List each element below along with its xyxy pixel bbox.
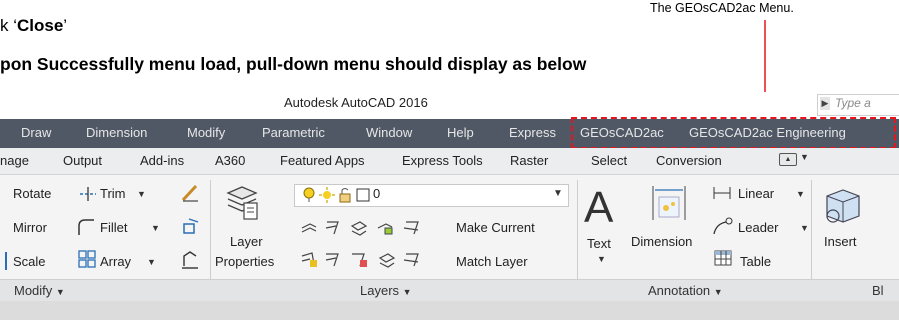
layer-dropdown-caret-icon[interactable]: ▼ xyxy=(553,188,563,199)
linear-dropdown-icon[interactable]: ▼ xyxy=(796,189,805,199)
dimension-icon xyxy=(652,186,686,220)
leader-icon xyxy=(713,217,733,235)
text-button[interactable]: Text xyxy=(587,236,611,251)
instruction-prefix: k ‘ xyxy=(0,16,17,35)
linear-icon xyxy=(713,187,731,199)
fillet-icon xyxy=(78,219,94,235)
ribbon-options-caret-icon[interactable]: ▼ xyxy=(800,152,809,162)
mirror-button[interactable]: Mirror xyxy=(13,220,47,235)
insert-button[interactable]: Insert xyxy=(824,234,857,249)
tab-add-ins[interactable]: Add-ins xyxy=(140,153,184,168)
panel-title-layers[interactable]: Layers ▼ xyxy=(360,283,412,298)
instruction-note: pon Successfully menu load, pull-down me… xyxy=(0,54,587,74)
panel-title-modify[interactable]: Modify ▼ xyxy=(14,283,65,298)
search-placeholder: Type a xyxy=(835,96,871,110)
annotation-panel-label: Annotation xyxy=(648,283,711,298)
svg-text:A: A xyxy=(584,186,614,226)
instruction-close-word: Close xyxy=(17,16,64,35)
scale-button[interactable]: Scale xyxy=(13,254,46,269)
leader-button[interactable]: Leader xyxy=(738,220,778,235)
layer-properties-icon xyxy=(226,186,258,220)
window-title: Autodesk AutoCAD 2016 xyxy=(284,95,428,110)
insert-block-icon xyxy=(826,189,860,223)
tab-conversion[interactable]: Conversion xyxy=(656,153,722,168)
explode-icon[interactable] xyxy=(180,217,200,237)
tab-select[interactable]: Select xyxy=(591,153,627,168)
menu-dimension[interactable]: Dimension xyxy=(86,125,147,140)
table-icon xyxy=(714,250,732,266)
instruction-suffix: ’ xyxy=(63,16,68,35)
menu-help[interactable]: Help xyxy=(447,125,474,140)
array-icon xyxy=(78,250,96,268)
layers-panel-caret-icon[interactable]: ▼ xyxy=(403,287,412,297)
panel-title-bar xyxy=(0,279,899,302)
menu-modify[interactable]: Modify xyxy=(187,125,225,140)
instruction-step: k ‘Close’ xyxy=(0,16,67,36)
modify-panel-label: Modify xyxy=(14,283,53,298)
leader-dropdown-icon[interactable]: ▼ xyxy=(800,223,809,233)
layers-panel-label: Layers xyxy=(360,283,400,298)
text-icon: A xyxy=(584,186,614,226)
menu-express[interactable]: Express xyxy=(509,125,556,140)
text-dropdown-icon[interactable]: ▼ xyxy=(597,254,606,264)
erase-icon[interactable] xyxy=(180,183,200,203)
trim-button[interactable]: Trim xyxy=(100,186,126,201)
layer-properties-label-1[interactable]: Layer xyxy=(230,234,263,249)
panel-title-block[interactable]: Bl xyxy=(872,283,884,298)
make-current-button[interactable]: Make Current xyxy=(456,220,535,235)
tab-a360[interactable]: A360 xyxy=(215,153,245,168)
array-dropdown-icon[interactable]: ▼ xyxy=(147,257,156,267)
fillet-dropdown-icon[interactable]: ▼ xyxy=(151,223,160,233)
tab-raster[interactable]: Raster xyxy=(510,153,548,168)
annotation-panel-caret-icon[interactable]: ▼ xyxy=(714,287,723,297)
dimension-button[interactable]: Dimension xyxy=(631,234,692,249)
array-button[interactable]: Array xyxy=(100,254,131,269)
workspace-edge xyxy=(0,301,899,320)
fillet-button[interactable]: Fillet xyxy=(100,220,127,235)
tab-manage[interactable]: nage xyxy=(0,153,29,168)
match-layer-button[interactable]: Match Layer xyxy=(456,254,528,269)
tab-featured-apps[interactable]: Featured Apps xyxy=(280,153,365,168)
menu-draw[interactable]: Draw xyxy=(21,125,51,140)
rotate-button[interactable]: Rotate xyxy=(13,186,51,201)
trim-icon xyxy=(80,187,96,201)
offset-icon[interactable] xyxy=(180,250,200,270)
layer-state-icons xyxy=(303,187,370,203)
linear-button[interactable]: Linear xyxy=(738,186,774,201)
menu-parametric[interactable]: Parametric xyxy=(262,125,325,140)
modify-panel-caret-icon[interactable]: ▼ xyxy=(56,287,65,297)
panel-title-annotation[interactable]: Annotation ▼ xyxy=(648,283,723,298)
ribbon-minimize-icon[interactable]: ▲ xyxy=(779,153,797,166)
layer-tools-row2-icons[interactable] xyxy=(300,250,450,270)
tab-output[interactable]: Output xyxy=(63,153,102,168)
tab-express-tools[interactable]: Express Tools xyxy=(402,153,483,168)
search-expand-icon[interactable]: ▶ xyxy=(820,97,830,110)
highlight-box xyxy=(571,117,896,149)
title-bar xyxy=(0,92,899,118)
trim-dropdown-icon[interactable]: ▼ xyxy=(137,189,146,199)
menu-window[interactable]: Window xyxy=(366,125,412,140)
table-button[interactable]: Table xyxy=(740,254,771,269)
layer-properties-label-2[interactable]: Properties xyxy=(215,254,274,269)
layer-tools-row1-icons[interactable] xyxy=(300,218,430,238)
current-layer-name: 0 xyxy=(373,186,381,201)
scale-icon xyxy=(5,252,7,270)
callout-label: The GEOsCAD2ac Menu. xyxy=(650,1,794,15)
